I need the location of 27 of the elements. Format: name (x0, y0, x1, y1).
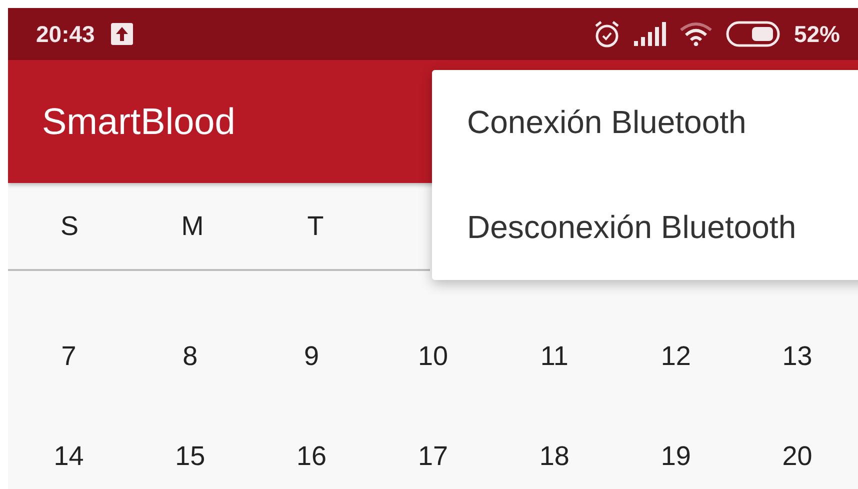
calendar-day[interactable]: 7 (8, 340, 130, 372)
menu-item[interactable]: Desconexión Bluetooth (432, 175, 858, 280)
calendar-day[interactable]: 10 (372, 340, 494, 372)
calendar-day[interactable]: 13 (736, 340, 858, 372)
clock: 20:43 (36, 20, 95, 48)
upload-icon (110, 23, 133, 45)
app-title: SmartBlood (42, 100, 236, 142)
battery-percent: 52% (794, 20, 840, 48)
battery-icon (726, 21, 780, 47)
calendar-day[interactable]: 17 (372, 440, 494, 472)
weekday-label: M (180, 210, 205, 242)
calendar-day[interactable]: 16 (250, 440, 372, 472)
calendar-day[interactable]: 15 (129, 440, 251, 472)
weekday-label: T (306, 210, 325, 242)
calendar-day[interactable]: 14 (8, 440, 130, 472)
menu-item[interactable]: Conexión Bluetooth (432, 70, 858, 175)
calendar-day[interactable]: 12 (615, 340, 737, 372)
calendar-day[interactable]: 8 (129, 340, 251, 372)
calendar-day[interactable]: 18 (494, 440, 616, 472)
weekday-label: S (59, 210, 80, 242)
calendar-day[interactable]: 19 (615, 440, 737, 472)
calendar-day[interactable]: 20 (736, 440, 858, 472)
wifi-icon (680, 22, 712, 46)
calendar-day[interactable]: 9 (250, 340, 372, 372)
alarm-icon (594, 20, 620, 48)
signal-icon (634, 22, 666, 46)
calendar-day[interactable]: 11 (494, 340, 616, 372)
